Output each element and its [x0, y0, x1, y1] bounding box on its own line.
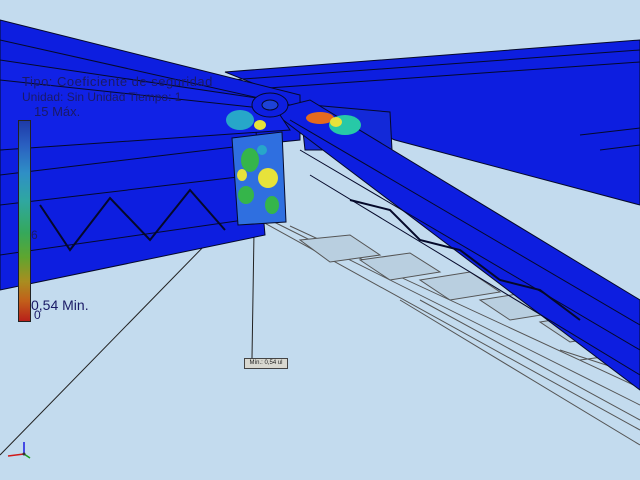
result-type-label: Tipo: Coeficiente de seguridad [22, 74, 213, 89]
legend-max-label: 15 Máx. [34, 104, 81, 119]
color-legend-bar [18, 120, 31, 322]
result-unit-label: Unidad: Sin Unidad Tiempo: 1 [22, 90, 182, 104]
legend-tick-mid: 6 [31, 228, 38, 242]
legend-tick-zero: 0 [34, 308, 41, 322]
truss-model-render[interactable] [0, 0, 640, 480]
fea-viewport[interactable]: Tipo: Coeficiente de seguridad Unidad: S… [0, 0, 640, 480]
min-value-probe-label[interactable]: Mín.: 0,54 ul [244, 358, 288, 369]
xyz-axis-triad-icon[interactable] [4, 438, 32, 460]
